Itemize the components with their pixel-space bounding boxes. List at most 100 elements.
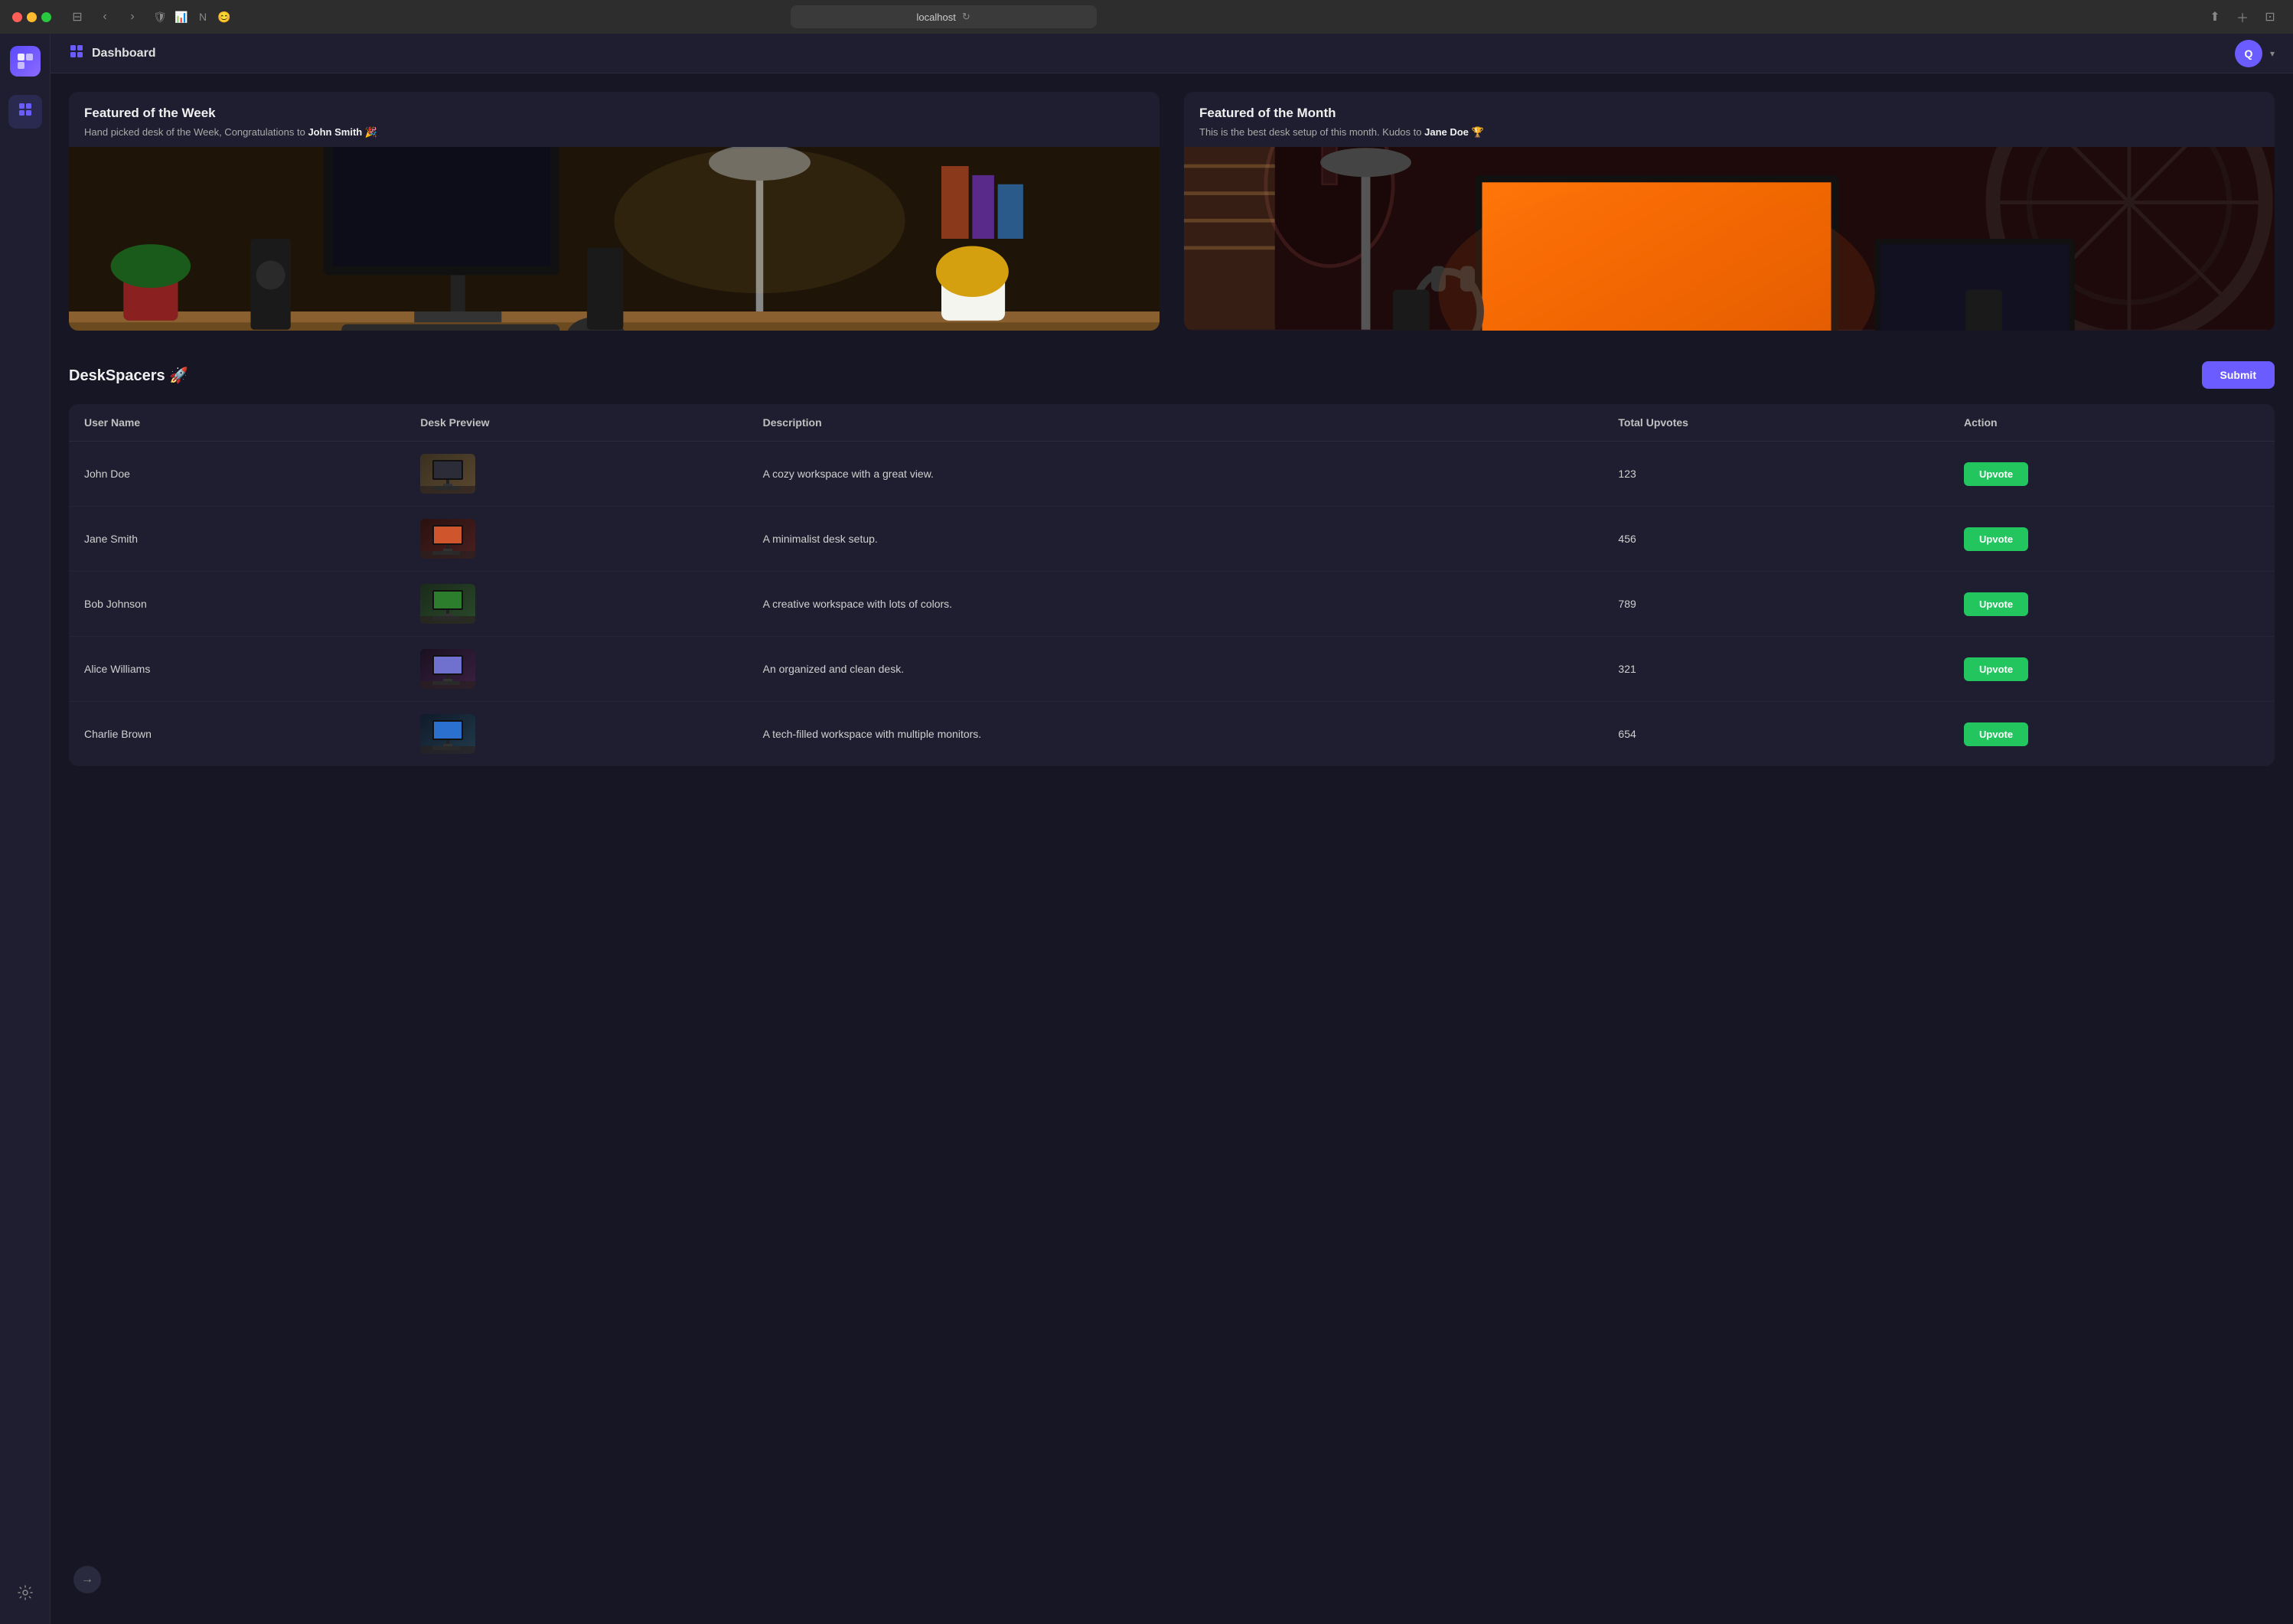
browser-controls: ⊟ ‹ ›	[67, 6, 143, 28]
maximize-button[interactable]	[41, 12, 51, 22]
featured-month-image	[1184, 147, 2275, 331]
featured-month-subtitle: This is the best desk setup of this mont…	[1199, 126, 2259, 139]
forward-button[interactable]: ›	[122, 6, 143, 28]
cell-user-name: Charlie Brown	[69, 702, 405, 767]
browser-extension-icons: 🛡 📊 N 😊	[152, 9, 232, 24]
cell-action: Upvote	[1949, 442, 2275, 507]
back-button[interactable]: ‹	[94, 6, 116, 28]
tab-grid-icon[interactable]: ⊟	[67, 6, 88, 28]
cell-desk-preview	[405, 637, 747, 702]
deskspacers-table: User Name Desk Preview Description Total…	[69, 404, 2275, 766]
refresh-icon[interactable]: ↻	[962, 11, 970, 23]
table-row: Charlie Brown	[69, 702, 2275, 767]
notion-icon: N	[195, 9, 210, 24]
table-header-row: User Name Desk Preview Description Total…	[69, 404, 2275, 442]
table-head: User Name Desk Preview Description Total…	[69, 404, 2275, 442]
table-row: Alice Williams	[69, 637, 2275, 702]
cell-description: A creative workspace with lots of colors…	[748, 572, 1603, 637]
cell-total-upvotes: 789	[1603, 572, 1949, 637]
top-bar-right: Q ▾	[2235, 40, 2275, 67]
cell-user-name: John Doe	[69, 442, 405, 507]
new-tab-icon[interactable]: ＋	[2232, 6, 2253, 28]
cell-action: Upvote	[1949, 507, 2275, 572]
cell-description: A cozy workspace with a great view.	[748, 442, 1603, 507]
bar-chart-icon: 📊	[174, 9, 189, 24]
user-avatar[interactable]: Q	[2235, 40, 2262, 67]
browser-chrome: ⊟ ‹ › 🛡 📊 N 😊 localhost ↻ ⬆ ＋ ⊡	[0, 0, 2293, 34]
top-bar: Dashboard Q ▾	[51, 34, 2293, 73]
avatar-dropdown-arrow[interactable]: ▾	[2270, 48, 2275, 59]
settings-icon	[18, 1585, 33, 1605]
cell-total-upvotes: 654	[1603, 702, 1949, 767]
featured-month-card: Featured of the Month This is the best d…	[1184, 92, 2275, 331]
col-desk-preview: Desk Preview	[405, 404, 747, 442]
sidebar-logo	[10, 46, 41, 77]
featured-week-header: Featured of the Week Hand picked desk of…	[69, 92, 1160, 147]
close-button[interactable]	[12, 12, 22, 22]
cell-description: A tech-filled workspace with multiple mo…	[748, 702, 1603, 767]
cell-total-upvotes: 456	[1603, 507, 1949, 572]
cell-description: An organized and clean desk.	[748, 637, 1603, 702]
featured-week-image	[69, 147, 1160, 331]
featured-month-title: Featured of the Month	[1199, 106, 2259, 121]
share-icon[interactable]: ⬆	[2204, 6, 2226, 28]
table-row: Jane Smith	[69, 507, 2275, 572]
upvote-button-2[interactable]: Upvote	[1964, 527, 2028, 551]
cell-desk-preview	[405, 572, 747, 637]
desk-thumbnail-5	[420, 714, 475, 754]
cell-user-name: Bob Johnson	[69, 572, 405, 637]
top-bar-left: Dashboard	[69, 44, 156, 64]
featured-week-emoji: 🎉	[365, 126, 377, 138]
url-text: localhost	[917, 11, 956, 23]
sidebar-item-dashboard[interactable]	[8, 95, 42, 129]
cell-desk-preview	[405, 442, 747, 507]
desk-thumbnail-2	[420, 519, 475, 559]
sidebar-bottom	[8, 1578, 42, 1612]
nav-forward-button[interactable]: →	[73, 1566, 101, 1593]
desk-thumbnail-1	[420, 454, 475, 494]
featured-month-subtitle-before: This is the best desk setup of this mont…	[1199, 126, 1424, 138]
table-container: User Name Desk Preview Description Total…	[69, 404, 2275, 766]
table-row: John Doe	[69, 442, 2275, 507]
upvote-button-3[interactable]: Upvote	[1964, 592, 2028, 616]
cell-total-upvotes: 123	[1603, 442, 1949, 507]
grid-icon	[18, 102, 33, 122]
featured-week-name: John Smith	[308, 126, 362, 138]
page-title: Dashboard	[92, 47, 156, 60]
upvote-button-5[interactable]: Upvote	[1964, 722, 2028, 746]
table-body: John Doe	[69, 442, 2275, 767]
shield-icon: 🛡	[152, 9, 168, 24]
sidebar-toggle-icon[interactable]: ⊡	[2259, 6, 2281, 28]
content-area[interactable]: Featured of the Week Hand picked desk of…	[51, 73, 2293, 1624]
featured-week-card: Featured of the Week Hand picked desk of…	[69, 92, 1160, 331]
table-section-header: DeskSpacers 🚀 Submit	[69, 361, 2275, 389]
table-row: Bob Johnson	[69, 572, 2275, 637]
featured-month-name: Jane Doe	[1424, 126, 1469, 138]
sidebar-item-settings[interactable]	[8, 1578, 42, 1612]
cell-action: Upvote	[1949, 637, 2275, 702]
upvote-button-4[interactable]: Upvote	[1964, 657, 2028, 681]
cell-total-upvotes: 321	[1603, 637, 1949, 702]
col-action: Action	[1949, 404, 2275, 442]
submit-button[interactable]: Submit	[2202, 361, 2275, 389]
browser-action-buttons: ⬆ ＋ ⊡	[2204, 6, 2281, 28]
cell-action: Upvote	[1949, 702, 2275, 767]
col-total-upvotes: Total Upvotes	[1603, 404, 1949, 442]
col-user-name: User Name	[69, 404, 405, 442]
address-bar[interactable]: localhost ↻	[791, 5, 1097, 28]
featured-grid: Featured of the Week Hand picked desk of…	[69, 92, 2275, 331]
col-description: Description	[748, 404, 1603, 442]
desk-thumbnail-4	[420, 649, 475, 689]
main-content: Dashboard Q ▾ Featured of the Week Hand …	[51, 34, 2293, 1624]
sidebar	[0, 34, 51, 1624]
cell-desk-preview	[405, 702, 747, 767]
minimize-button[interactable]	[27, 12, 37, 22]
cell-description: A minimalist desk setup.	[748, 507, 1603, 572]
cell-desk-preview	[405, 507, 747, 572]
featured-week-subtitle: Hand picked desk of the Week, Congratula…	[84, 126, 1144, 139]
desk-thumbnail-3	[420, 584, 475, 624]
upvote-button-1[interactable]: Upvote	[1964, 462, 2028, 486]
featured-week-title: Featured of the Week	[84, 106, 1144, 121]
cell-action: Upvote	[1949, 572, 2275, 637]
cell-user-name: Jane Smith	[69, 507, 405, 572]
